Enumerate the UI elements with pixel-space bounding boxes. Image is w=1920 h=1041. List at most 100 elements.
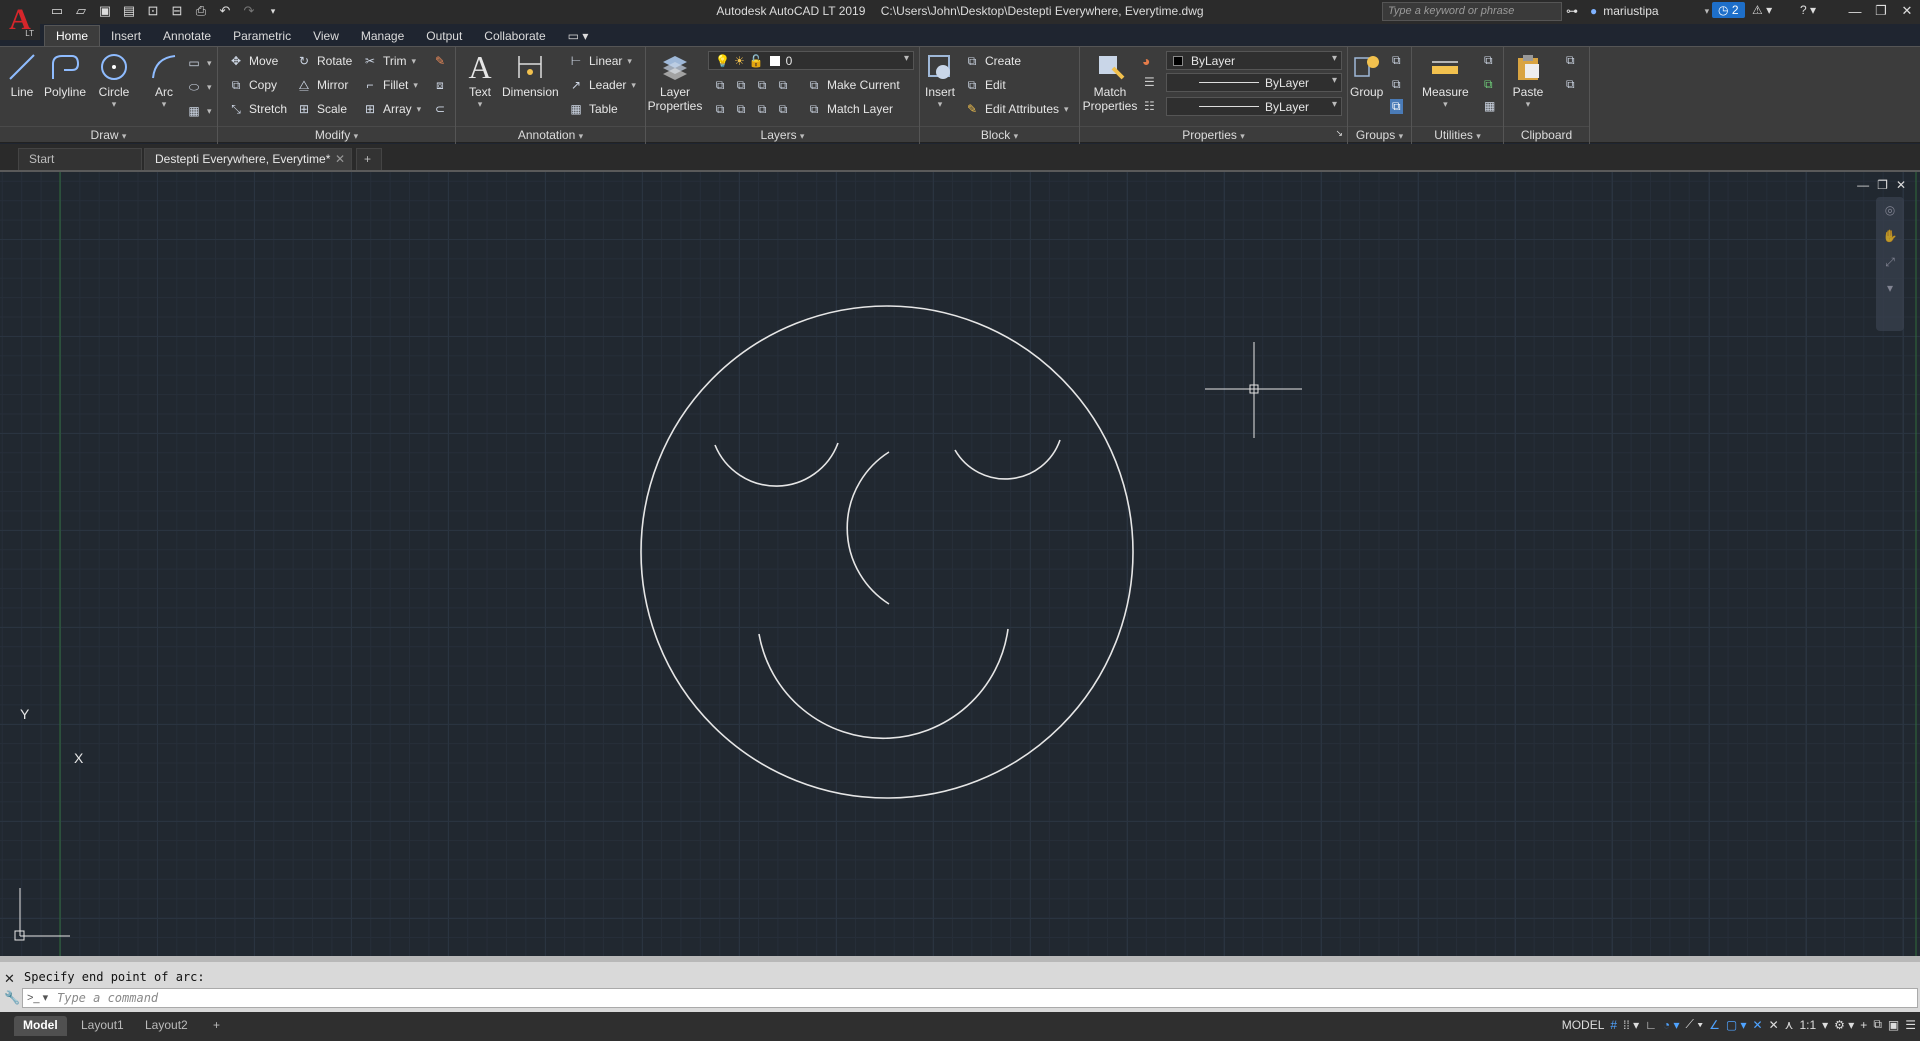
match-properties-button[interactable]: Match Properties — [1083, 51, 1137, 113]
new-layout-button[interactable]: + — [204, 1016, 229, 1036]
customization-menu-icon[interactable]: ☰ — [1905, 1018, 1916, 1032]
annotation-panel-label[interactable]: Annotation ▾ — [456, 126, 645, 142]
layer-thaw-all-icon[interactable]: ⧉ — [754, 101, 770, 117]
group-selection-icon[interactable]: ⧉ — [1390, 99, 1403, 114]
mirror-button[interactable]: ⧋ Mirror — [296, 75, 349, 95]
leader-button[interactable]: ↗ Leader ▾ — [568, 75, 636, 95]
auto-scale-icon[interactable]: ✕ — [1769, 1018, 1779, 1032]
annotation-scale-icon[interactable]: ⋏ — [1785, 1018, 1794, 1032]
tab-insert[interactable]: Insert — [100, 26, 152, 46]
edit-block-button[interactable]: ⧉ Edit — [964, 75, 1006, 95]
rotate-button[interactable]: ↻ Rotate — [296, 51, 352, 71]
tab-parametric[interactable]: Parametric — [222, 26, 302, 46]
exchange-apps-icon[interactable]: ⚠ ▾ — [1752, 3, 1772, 17]
tab-manage[interactable]: Manage — [350, 26, 415, 46]
ortho-icon[interactable]: ∟ — [1645, 1018, 1657, 1032]
save-as-icon[interactable]: ▤ — [120, 2, 138, 20]
circle-button[interactable]: Circle ▾ — [98, 51, 130, 110]
scale-dropdown-icon[interactable]: ▾ — [1822, 1018, 1828, 1032]
arc-button[interactable]: Arc ▾ — [148, 51, 180, 110]
tab-view[interactable]: View — [302, 26, 350, 46]
customize-command-icon[interactable]: 🔧 — [4, 990, 20, 1006]
table-button[interactable]: ▦ Table — [568, 99, 617, 119]
select-all-icon[interactable]: ⧉ — [1484, 77, 1493, 92]
move-button[interactable]: ✥ Move — [228, 51, 278, 71]
snap-icon[interactable]: ⁞⁞ ▾ — [1623, 1018, 1639, 1032]
copy-button[interactable]: ⧉ Copy — [228, 75, 277, 95]
drawing-canvas[interactable]: — ❐ ✕ ◎ ✋ ⤢ ▾ Y X — [0, 172, 1920, 956]
clipboard-panel-label[interactable]: Clipboard — [1504, 126, 1589, 142]
application-menu-button[interactable]: A LT — [0, 0, 40, 40]
make-current-button[interactable]: ⧉ Make Current — [806, 75, 900, 95]
file-tab-start[interactable]: Start — [18, 148, 142, 170]
dimension-button[interactable]: Dimension — [502, 51, 559, 99]
scale-button[interactable]: ⊞ Scale — [296, 99, 347, 119]
save-icon[interactable]: ▣ — [96, 2, 114, 20]
trim-button[interactable]: ✂ Trim ▾ — [362, 51, 416, 71]
block-panel-label[interactable]: Block ▾ — [920, 126, 1079, 142]
isodraft-icon[interactable]: ⟋ ▾ — [1685, 1017, 1703, 1032]
units-icon[interactable]: ⧉ — [1873, 1017, 1882, 1032]
paste-button[interactable]: Paste ▾ — [1512, 51, 1544, 110]
close-icon[interactable]: ✕ — [1894, 0, 1920, 22]
redo-icon[interactable]: ↷ — [240, 2, 258, 20]
linetype-dropdown[interactable]: ByLayer ▾ — [1166, 97, 1342, 116]
tab-output[interactable]: Output — [415, 26, 473, 46]
polar-tracking-icon[interactable]: ◔ ▾ — [1663, 1018, 1680, 1032]
open-file-icon[interactable]: ▱ — [72, 2, 90, 20]
grid-icon[interactable]: # — [1610, 1018, 1617, 1032]
close-command-line-icon[interactable]: ✕ — [4, 971, 15, 987]
rectangle-button[interactable]: ▭ ▾ — [186, 53, 211, 73]
object-snap-icon[interactable]: ▢ ▾ — [1726, 1018, 1747, 1032]
circle-dropdown-icon[interactable]: ▾ — [112, 99, 117, 110]
cut-icon[interactable]: ⧉ — [1566, 53, 1575, 68]
group-edit-icon[interactable]: ⧉ — [1392, 77, 1401, 92]
annotation-scale-value[interactable]: 1:1 — [1799, 1018, 1816, 1032]
layers-panel-label[interactable]: Layers ▾ — [646, 126, 919, 142]
left-eye-arc[interactable] — [714, 442, 839, 487]
ribbon-options-icon[interactable]: ▭ ▾ — [557, 26, 600, 46]
mouth-arc[interactable] — [758, 628, 1009, 740]
groups-panel-label[interactable]: Groups ▾ — [1348, 126, 1411, 142]
insert-button[interactable]: Insert ▾ — [924, 51, 956, 110]
layer-off-icon[interactable]: ⧉ — [712, 77, 728, 93]
linear-button[interactable]: ⊢ Linear ▾ — [568, 51, 632, 71]
stretch-button[interactable]: ⤡ Stretch — [228, 99, 287, 119]
fillet-button[interactable]: ⌐ Fillet ▾ — [362, 75, 417, 95]
hatch-pattern-button[interactable]: ▦ ▾ — [186, 101, 211, 121]
ungroup-icon[interactable]: ⧉ — [1392, 53, 1401, 68]
file-tab-drawing[interactable]: Destepti Everywhere, Everytime* ✕ — [144, 148, 352, 170]
layer-isolate-icon[interactable]: ⧉ — [733, 77, 749, 93]
tab-annotate[interactable]: Annotate — [152, 26, 222, 46]
new-tab-button[interactable]: + — [356, 148, 382, 170]
command-input[interactable]: Type a command — [22, 988, 1918, 1008]
calculator-icon[interactable]: ▦ — [1484, 99, 1495, 113]
properties-panel-label[interactable]: Properties ▾ ↘ — [1080, 126, 1347, 142]
line-button[interactable]: Line — [6, 51, 38, 99]
workspace-gear-icon[interactable]: ⚙ ▾ — [1834, 1018, 1854, 1032]
properties-launcher-icon[interactable]: ↘ — [1335, 128, 1343, 139]
color-dropdown[interactable]: ByLayer ▾ — [1166, 51, 1342, 70]
tab-home[interactable]: Home — [44, 25, 101, 46]
array-button[interactable]: ⊞ Array ▾ — [362, 99, 421, 119]
annotation-visibility-icon[interactable]: ✕ — [1753, 1018, 1763, 1032]
utilities-panel-label[interactable]: Utilities ▾ — [1412, 126, 1503, 142]
layer-unlock-all-icon[interactable]: ⧉ — [775, 101, 791, 117]
user-account[interactable]: ⊶ ● mariustipa ▾ — [1566, 4, 1709, 18]
command-line-grip[interactable] — [0, 956, 1920, 962]
undo-icon[interactable]: ↶ — [216, 2, 234, 20]
clean-screen-icon[interactable]: ▣ — [1888, 1018, 1899, 1032]
object-snap-tracking-icon[interactable]: ∠ — [1709, 1018, 1720, 1032]
arc-dropdown-icon[interactable]: ▾ — [162, 99, 167, 110]
save-web-icon[interactable]: ⊟ — [168, 2, 186, 20]
erase-button[interactable]: ✎ — [432, 51, 448, 71]
layout-tab-layout1[interactable]: Layout1 — [72, 1016, 133, 1036]
nose-arc[interactable] — [846, 451, 890, 605]
restore-icon[interactable]: ❐ — [1868, 0, 1894, 22]
layout-tab-layout2[interactable]: Layout2 — [136, 1016, 197, 1036]
annotation-monitor-icon[interactable]: + — [1860, 1018, 1867, 1032]
copy-clip-icon[interactable]: ⧉ — [1566, 77, 1575, 92]
layer-freeze-icon[interactable]: ⧉ — [754, 77, 770, 93]
group-button[interactable]: Group — [1350, 51, 1383, 99]
modify-panel-label[interactable]: Modify ▾ — [218, 126, 455, 142]
